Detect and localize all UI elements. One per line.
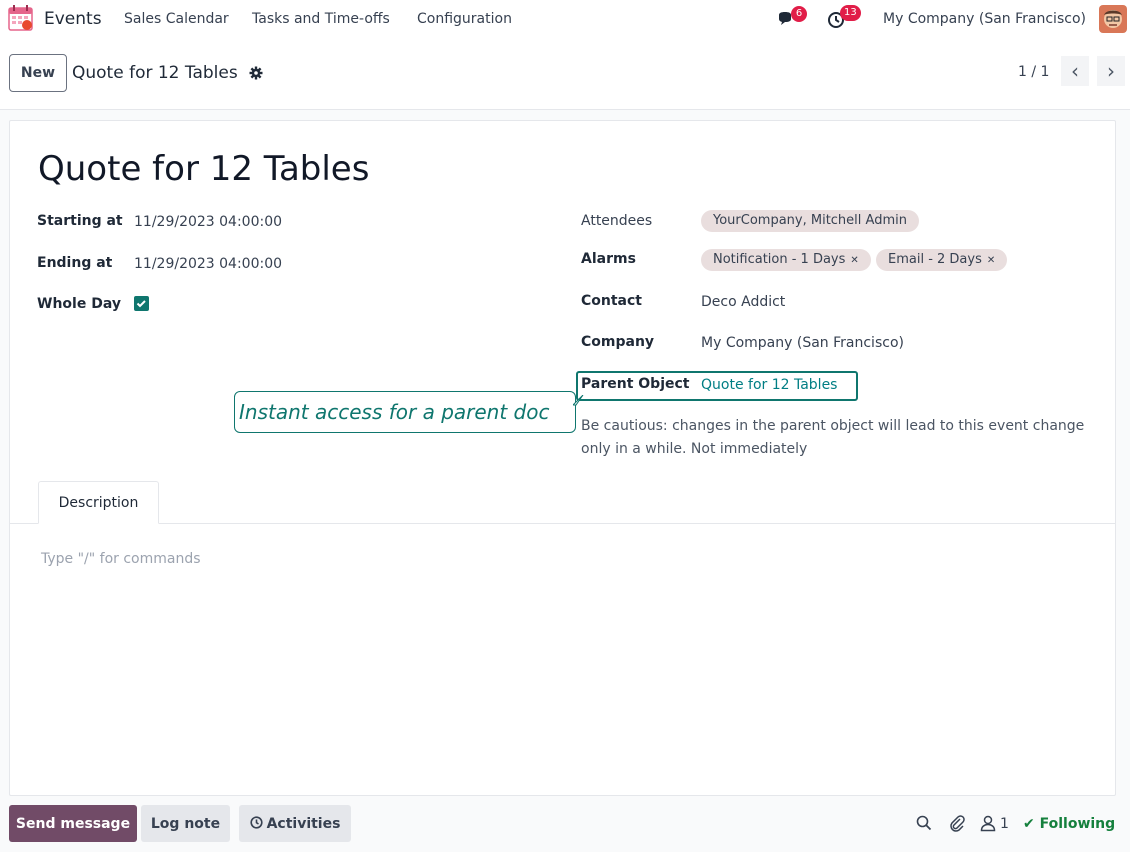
parent-object-label: Parent Object [581,376,690,392]
company-field[interactable]: My Company (San Francisco) [701,335,904,351]
alarm-tag[interactable]: Email - 2 Days ✕ [876,249,1008,271]
activities-button[interactable]: Activities [239,805,351,842]
form-sheet: Quote for 12 Tables Starting at 11/29/20… [9,120,1116,796]
remove-tag-icon[interactable]: ✕ [850,255,858,266]
tabs-divider [10,523,1115,524]
ending-at-label: Ending at [37,255,113,271]
company-switcher[interactable]: My Company (San Francisco) [883,11,1086,27]
pager-value[interactable]: 1 / 1 [1018,64,1049,80]
whole-day-label: Whole Day [37,296,121,312]
callout-pointer-icon [573,395,584,406]
menu-configuration[interactable]: Configuration [417,11,512,27]
contact-label: Contact [581,293,642,309]
app-name[interactable]: Events [44,9,102,29]
alarms-label: Alarms [581,251,636,267]
gear-icon[interactable] [249,66,263,80]
clock-icon [249,815,263,829]
new-button[interactable]: New [9,54,67,92]
description-editor[interactable]: Type "/" for commands [41,551,201,567]
chatter-bar: Send message Log note Activities 1 ✔ Fol… [0,800,1130,852]
log-note-button[interactable]: Log note [141,805,230,842]
attendees-label: Attendees [581,213,653,229]
remove-tag-icon[interactable]: ✕ [987,255,995,266]
pager-previous-button[interactable]: ‹ [1061,56,1089,86]
ending-at-field[interactable]: 11/29/2023 04:00:00 [134,256,282,272]
followers-icon[interactable] [979,814,997,832]
follower-count: 1 [1000,816,1009,832]
whole-day-checkbox[interactable] [134,296,149,311]
menu-tasks-time-offs[interactable]: Tasks and Time-offs [252,11,390,27]
menu-sales-calendar[interactable]: Sales Calendar [124,11,229,27]
tab-description[interactable]: Description [38,481,159,524]
user-avatar[interactable] [1099,5,1127,33]
parent-warning-text: Be cautious: changes in the parent objec… [581,418,1085,457]
send-message-button[interactable]: Send message [9,805,137,842]
starting-at-label: Starting at [37,213,123,229]
parent-object-link[interactable]: Quote for 12 Tables [701,377,837,393]
messages-badge: 6 [791,6,807,22]
contact-field[interactable]: Deco Addict [701,294,785,310]
search-icon[interactable] [915,814,933,832]
control-panel: New Quote for 12 Tables 1 / 1 ‹ › [0,38,1130,110]
activities-badge: 13 [840,5,861,21]
top-navbar: Events Sales Calendar Tasks and Time-off… [0,0,1130,38]
alarm-tag-label: Email - 2 Days [888,252,982,267]
starting-at-field[interactable]: 11/29/2023 04:00:00 [134,214,282,230]
breadcrumb-record-title: Quote for 12 Tables [72,63,238,83]
callout-annotation: Instant access for a parent doc [234,391,584,433]
paperclip-icon[interactable] [948,814,966,832]
calendar-app-icon[interactable] [8,5,33,32]
callout-text: Instant access for a parent doc [239,400,550,424]
event-title[interactable]: Quote for 12 Tables [38,149,369,189]
attendee-tag[interactable]: YourCompany, Mitchell Admin [701,210,919,232]
alarm-tag-label: Notification - 1 Days [713,252,846,267]
following-toggle[interactable]: ✔ Following [1023,816,1115,832]
alarm-tag[interactable]: Notification - 1 Days ✕ [701,249,871,271]
pager-next-button[interactable]: › [1097,56,1125,86]
company-label: Company [581,334,655,350]
following-label: Following [1039,816,1116,832]
activities-label: Activities [266,815,341,832]
check-icon: ✔ [1023,816,1035,832]
